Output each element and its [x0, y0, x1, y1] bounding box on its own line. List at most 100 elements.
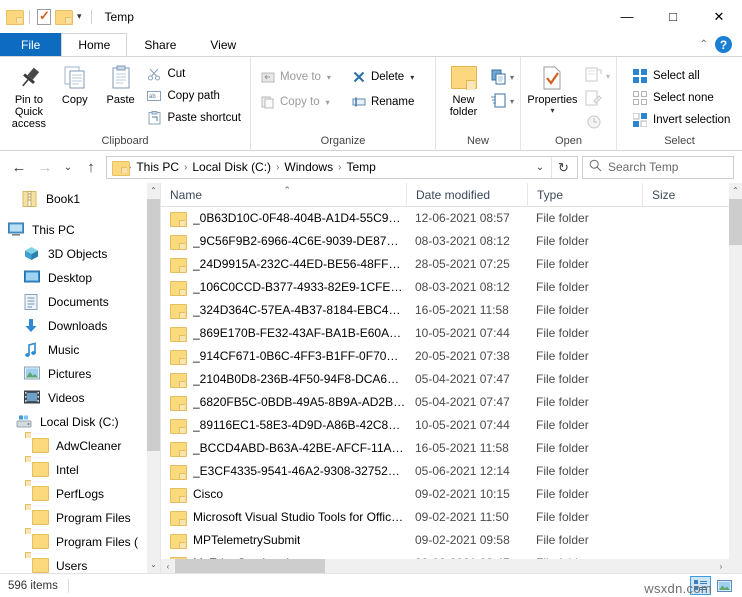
- sidebar-item-music[interactable]: Music: [0, 338, 160, 362]
- table-row[interactable]: _6820FB5C-0BDB-49A5-8B9A-AD2BC9E2... 05-…: [161, 391, 742, 414]
- table-row[interactable]: _24D9915A-232C-44ED-BE56-48FF294EC... 28…: [161, 253, 742, 276]
- table-row[interactable]: _89116EC1-58E3-4D9D-A86B-42C8904062... 1…: [161, 414, 742, 437]
- table-row[interactable]: _869E170B-FE32-43AF-BA1B-E60ADF1BE3... 1…: [161, 322, 742, 345]
- tab-share[interactable]: Share: [127, 33, 193, 56]
- table-row[interactable]: Microsoft Visual Studio Tools for Office…: [161, 506, 742, 529]
- invert-selection-button[interactable]: Invert selection: [629, 110, 733, 130]
- scroll-down-icon[interactable]: ⌄: [147, 557, 160, 573]
- back-button[interactable]: ←: [8, 156, 30, 178]
- new-folder-icon[interactable]: [55, 10, 73, 25]
- file-list-vertical-scrollbar[interactable]: ⌃: [729, 183, 742, 559]
- column-header-date-modified[interactable]: Date modified: [406, 183, 527, 207]
- rename-button[interactable]: Rename: [348, 91, 417, 113]
- sidebar-item-perflogs[interactable]: PerfLogs: [0, 482, 160, 506]
- copy-path-button[interactable]: ab Copy path: [143, 86, 244, 106]
- breadcrumb-local-disk[interactable]: Local Disk (C:): [188, 157, 275, 178]
- address-path-box[interactable]: › This PC › Local Disk (C:) › Windows › …: [106, 155, 578, 179]
- maximize-button[interactable]: □: [650, 2, 696, 32]
- table-row[interactable]: _BCCD4ABD-B63A-42BE-AFCF-11A1DBD... 16-0…: [161, 437, 742, 460]
- recent-locations-button[interactable]: ⌄: [60, 156, 76, 178]
- minimize-button[interactable]: —: [604, 2, 650, 32]
- breadcrumb-temp[interactable]: Temp: [342, 157, 379, 178]
- table-row[interactable]: _E3CF4335-9541-46A2-9308-327529C0A3F2 05…: [161, 460, 742, 483]
- breadcrumb-windows[interactable]: Windows: [280, 157, 337, 178]
- chevron-down-icon[interactable]: ▾: [510, 73, 514, 82]
- history-button[interactable]: [584, 112, 610, 132]
- collapse-ribbon-icon[interactable]: ⌃: [700, 39, 708, 50]
- open-button[interactable]: ▾: [584, 66, 610, 86]
- sidebar-item-program-files-x86[interactable]: Program Files (: [0, 530, 160, 554]
- table-row[interactable]: _324D364C-57EA-4B37-8184-EBC48DB57... 16…: [161, 299, 742, 322]
- sidebar-item-videos[interactable]: Videos: [0, 386, 160, 410]
- sidebar-item-book1[interactable]: Book1: [0, 187, 160, 211]
- sidebar-item-intel[interactable]: Intel: [0, 458, 160, 482]
- scroll-up-icon[interactable]: ⌃: [729, 183, 742, 199]
- copy-to-button[interactable]: Copy to ▾: [257, 91, 334, 113]
- table-row[interactable]: _9C56F9B2-6966-4C6E-9039-DE87E23F2A... 0…: [161, 230, 742, 253]
- up-button[interactable]: ↑: [80, 156, 102, 178]
- delete-button[interactable]: Delete ▾: [348, 66, 417, 88]
- refresh-button[interactable]: ↻: [551, 156, 575, 178]
- table-row[interactable]: _106C0CCD-B377-4933-82E9-1CFE33584E... 0…: [161, 276, 742, 299]
- paste-button[interactable]: Paste: [98, 62, 144, 106]
- large-icons-view-button[interactable]: [714, 576, 735, 595]
- scroll-up-icon[interactable]: ⌃: [147, 183, 160, 199]
- table-row[interactable]: MPTelemetrySubmit 09-02-2021 09:58 File …: [161, 529, 742, 552]
- breadcrumb-this-pc[interactable]: This PC: [132, 157, 183, 178]
- scroll-left-icon[interactable]: ‹: [161, 562, 175, 571]
- table-row[interactable]: _0B63D10C-0F48-404B-A1D4-55C9F0A9A... 12…: [161, 207, 742, 230]
- column-header-name[interactable]: ⌃ Name: [161, 183, 406, 207]
- cut-button[interactable]: Cut: [143, 64, 244, 84]
- chevron-down-icon[interactable]: ▾: [410, 73, 414, 82]
- move-to-button[interactable]: Move to ▾: [257, 66, 334, 88]
- sidebar-item-desktop[interactable]: Desktop: [0, 266, 160, 290]
- chevron-down-icon[interactable]: ▾: [606, 72, 610, 81]
- tab-view[interactable]: View: [193, 33, 253, 56]
- forward-button[interactable]: →: [34, 156, 56, 178]
- sidebar-item-this-pc[interactable]: This PC: [0, 218, 160, 242]
- chevron-down-icon[interactable]: ▾: [550, 106, 554, 115]
- sidebar-item-3d-objects[interactable]: 3D Objects: [0, 242, 160, 266]
- close-button[interactable]: ✕: [696, 2, 742, 32]
- pin-to-quick-access-button[interactable]: Pin to Quick access: [6, 62, 52, 130]
- address-dropdown-icon[interactable]: ⌄: [529, 162, 551, 173]
- sidebar-item-pictures[interactable]: Pictures: [0, 362, 160, 386]
- sidebar-item-documents[interactable]: Documents: [0, 290, 160, 314]
- new-folder-button[interactable]: New folder: [442, 62, 485, 118]
- table-row[interactable]: _914CF671-0B6C-4FF3-B1FF-0F70C8F3FD... 2…: [161, 345, 742, 368]
- easy-access-button[interactable]: ▾: [490, 92, 514, 110]
- properties-icon[interactable]: [37, 8, 51, 25]
- properties-icon: [540, 65, 564, 91]
- tab-file[interactable]: File: [0, 33, 62, 56]
- help-icon[interactable]: ?: [715, 36, 732, 53]
- scrollbar-thumb[interactable]: [175, 559, 325, 573]
- sidebar-item-adwcleaner[interactable]: AdwCleaner: [0, 434, 160, 458]
- table-row[interactable]: _2104B0D8-236B-4F50-94F8-DCA6BB9063... 0…: [161, 368, 742, 391]
- chevron-down-icon[interactable]: ▾: [327, 73, 331, 82]
- chevron-down-icon[interactable]: ▾: [75, 11, 84, 22]
- sidebar-item-local-disk[interactable]: Local Disk (C:): [0, 410, 160, 434]
- tab-home[interactable]: Home: [61, 33, 128, 56]
- select-all-button[interactable]: Select all: [629, 66, 733, 86]
- copy-button[interactable]: Copy: [52, 62, 98, 106]
- column-header-size[interactable]: Size: [642, 183, 702, 207]
- file-list-horizontal-scrollbar[interactable]: ‹ ›: [161, 559, 742, 573]
- scrollbar-thumb[interactable]: [147, 199, 160, 451]
- column-header-type[interactable]: Type: [527, 183, 642, 207]
- chevron-down-icon[interactable]: ▾: [510, 97, 514, 106]
- folder-icon[interactable]: [6, 10, 24, 25]
- sidebar-item-program-files[interactable]: Program Files: [0, 506, 160, 530]
- navigation-scrollbar[interactable]: ⌃ ⌄: [147, 183, 160, 573]
- select-none-button[interactable]: Select none: [629, 88, 733, 108]
- sidebar-item-downloads[interactable]: Downloads: [0, 314, 160, 338]
- sidebar-item-users[interactable]: Users: [0, 554, 160, 573]
- properties-button[interactable]: Properties ▾: [527, 62, 578, 115]
- scrollbar-thumb[interactable]: [729, 199, 742, 245]
- search-box[interactable]: Search Temp: [582, 155, 734, 179]
- new-item-button[interactable]: ▾: [490, 68, 514, 86]
- chevron-down-icon[interactable]: ▾: [326, 98, 330, 107]
- table-row[interactable]: Cisco 09-02-2021 10:15 File folder: [161, 483, 742, 506]
- scroll-right-icon[interactable]: ›: [714, 562, 728, 571]
- paste-shortcut-button[interactable]: Paste shortcut: [143, 108, 244, 128]
- edit-button[interactable]: [584, 89, 610, 109]
